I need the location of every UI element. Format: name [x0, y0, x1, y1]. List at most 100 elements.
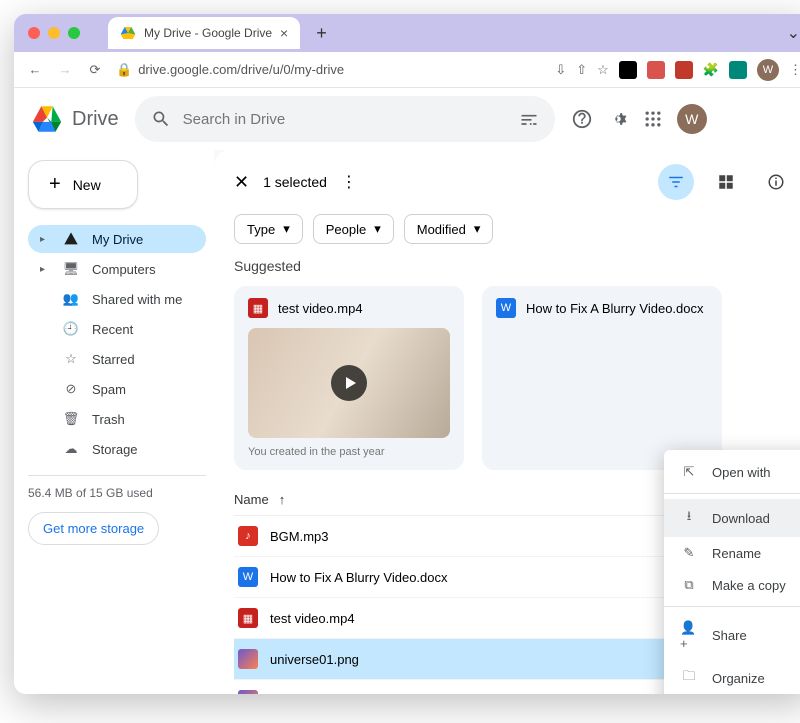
folder-icon: 🗀 [680, 667, 698, 689]
search-bar[interactable] [135, 96, 555, 142]
details-button[interactable] [758, 164, 794, 200]
sidebar-item-my-drive[interactable]: ▸ My Drive [28, 225, 206, 253]
trash-icon: 🗑 [62, 411, 80, 427]
sidebar-item-label: Storage [92, 442, 138, 457]
sidebar-item-recent[interactable]: 🕘 Recent [28, 315, 206, 343]
video-thumbnail[interactable] [248, 328, 450, 438]
file-name: How to Fix A Blurry Video.docx [270, 570, 448, 585]
audio-icon: ♪ [238, 526, 258, 546]
install-icon[interactable]: ⇩ [555, 62, 566, 78]
expand-icon[interactable]: ▸ [40, 264, 50, 275]
extension-icon[interactable] [729, 61, 747, 79]
account-avatar[interactable]: W [677, 104, 707, 134]
tabs-dropdown-icon[interactable]: ⌄ [787, 23, 800, 43]
filter-button[interactable] [658, 164, 694, 200]
help-icon[interactable] [571, 108, 593, 130]
ctx-share[interactable]: 👤+ Share▸ [664, 612, 800, 659]
plus-icon: + [49, 173, 61, 196]
copy-icon: ⧉ [680, 577, 698, 593]
sidebar-item-spam[interactable]: ⊘ Spam [28, 375, 206, 403]
tab-title: My Drive - Google Drive [144, 26, 272, 40]
suggested-cards: ▦ test video.mp4 You created in the past… [234, 286, 794, 470]
people-icon: 👥 [62, 291, 80, 307]
search-input[interactable] [183, 111, 507, 128]
extension-icon[interactable] [675, 61, 693, 79]
sidebar-item-trash[interactable]: 🗑 Trash [28, 405, 206, 433]
chip-people[interactable]: People▾ [313, 214, 394, 244]
doc-icon: W [496, 298, 516, 318]
reload-button[interactable]: ⟳ [86, 62, 104, 78]
ctx-download[interactable]: ⭳ Download [664, 499, 800, 537]
browser-window: My Drive - Google Drive × + ⌄ ← → ⟳ 🔒 dr… [14, 14, 800, 694]
selection-bar: ✕ 1 selected ⋮ [234, 164, 794, 200]
selection-more-icon[interactable]: ⋮ [341, 172, 357, 192]
chevron-down-icon: ▾ [283, 221, 290, 237]
drive-logo[interactable]: Drive [30, 102, 119, 136]
titlebar: My Drive - Google Drive × + ⌄ [14, 14, 800, 52]
forward-button[interactable]: → [56, 62, 74, 77]
doc-icon: W [238, 567, 258, 587]
lock-icon: 🔒 [116, 62, 132, 78]
chevron-down-icon: ▾ [374, 221, 381, 237]
context-menu: ⇱ Open with▸ ⭳ Download ✎ Rename ⧉ Make [664, 450, 800, 694]
browser-tab[interactable]: My Drive - Google Drive × [108, 17, 300, 49]
share-page-icon[interactable]: ⇧ [576, 62, 587, 78]
sort-asc-icon[interactable]: ↑ [279, 492, 286, 507]
browser-menu-icon[interactable]: ⋮ [789, 62, 800, 78]
devices-icon: 🖥 [62, 261, 80, 277]
card-title: test video.mp4 [278, 301, 363, 316]
sidebar-item-label: Spam [92, 382, 126, 397]
suggested-card[interactable]: ▦ test video.mp4 You created in the past… [234, 286, 464, 470]
video-icon: ▦ [248, 298, 268, 318]
url-text: drive.google.com/drive/u/0/my-drive [138, 62, 344, 77]
main-panel: ✕ 1 selected ⋮ Type▾ People▾ Modified▾ S… [214, 150, 800, 694]
card-title: How to Fix A Blurry Video.docx [526, 301, 704, 316]
suggested-card[interactable]: W How to Fix A Blurry Video.docx [482, 286, 722, 470]
get-more-storage-button[interactable]: Get more storage [28, 512, 159, 545]
sidebar-item-starred[interactable]: ☆ Starred [28, 345, 206, 373]
file-name: universe01.png [270, 652, 359, 667]
sidebar-item-label: My Drive [92, 232, 143, 247]
open-with-icon: ⇱ [680, 464, 698, 480]
play-icon [331, 365, 367, 401]
new-button[interactable]: + New [28, 160, 138, 209]
ctx-rename[interactable]: ✎ Rename [664, 537, 800, 569]
sidebar-item-label: Trash [92, 412, 125, 427]
app-header: Drive W [14, 88, 800, 150]
chip-type[interactable]: Type▾ [234, 214, 303, 244]
url-field[interactable]: 🔒 drive.google.com/drive/u/0/my-drive [116, 62, 543, 78]
gear-icon[interactable] [607, 108, 629, 130]
spam-icon: ⊘ [62, 381, 80, 397]
chevron-down-icon: ▾ [474, 221, 481, 237]
rename-icon: ✎ [680, 545, 698, 561]
search-icon [151, 109, 171, 129]
sidebar-item-computers[interactable]: ▸ 🖥 Computers [28, 255, 206, 283]
back-button[interactable]: ← [26, 62, 44, 77]
search-options-icon[interactable] [519, 109, 539, 129]
extensions-menu-icon[interactable]: 🧩 [703, 62, 719, 78]
apps-icon[interactable] [643, 109, 663, 129]
drive-favicon-icon [120, 25, 136, 41]
expand-icon[interactable]: ▸ [40, 234, 50, 245]
ctx-copy[interactable]: ⧉ Make a copy ⌘C ⌘V [664, 569, 800, 601]
bookmark-icon[interactable]: ☆ [597, 62, 609, 78]
minimize-window-button[interactable] [48, 27, 60, 39]
profile-avatar[interactable]: W [757, 59, 779, 81]
sidebar-item-shared[interactable]: 👥 Shared with me [28, 285, 206, 313]
sidebar-item-storage[interactable]: ☁ Storage [28, 435, 206, 463]
filter-chips: Type▾ People▾ Modified▾ [234, 214, 794, 244]
extension-icon[interactable] [647, 61, 665, 79]
new-tab-button[interactable]: + [316, 23, 327, 44]
ctx-organize[interactable]: 🗀 Organize▸ [664, 659, 800, 694]
ctx-open-with[interactable]: ⇱ Open with▸ [664, 456, 800, 488]
maximize-window-button[interactable] [68, 27, 80, 39]
close-window-button[interactable] [28, 27, 40, 39]
grid-view-button[interactable] [708, 164, 744, 200]
column-name[interactable]: Name [234, 492, 269, 507]
clear-selection-button[interactable]: ✕ [234, 172, 249, 193]
sidebar-item-label: Computers [92, 262, 156, 277]
extension-icon[interactable] [619, 61, 637, 79]
chip-modified[interactable]: Modified▾ [404, 214, 494, 244]
tab-close-icon[interactable]: × [280, 25, 288, 41]
suggested-heading: Suggested [234, 258, 794, 274]
